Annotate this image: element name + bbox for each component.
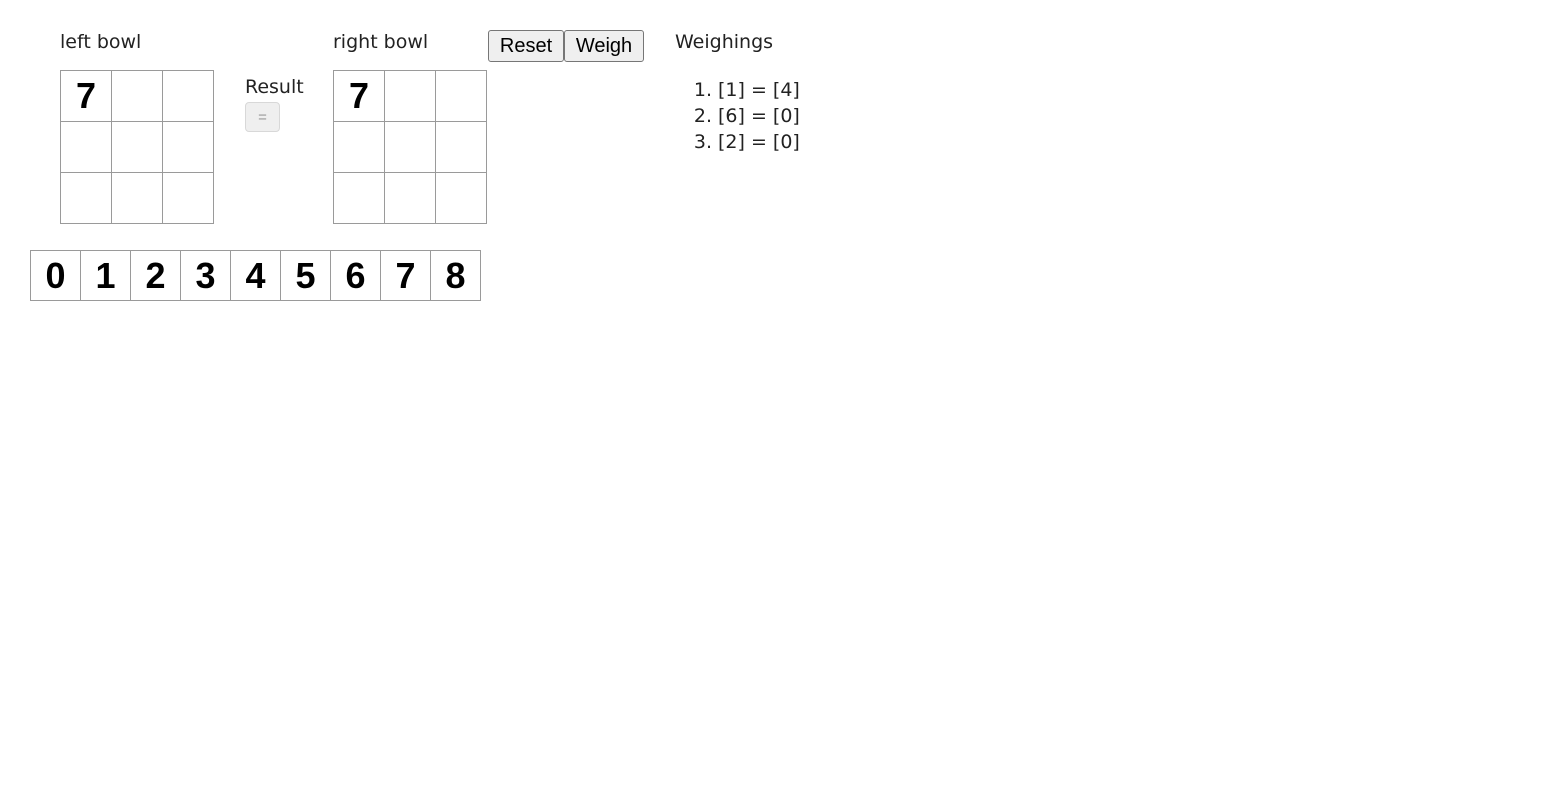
coin-tray: 0 1 2 3 4 5 6 7 8	[30, 250, 481, 301]
right-bowl-cell[interactable]	[334, 173, 385, 224]
result-label: Result	[245, 76, 304, 98]
weighing-number: 3.	[693, 131, 712, 153]
coin-tile[interactable]: 5	[281, 251, 331, 301]
left-bowl-cell[interactable]	[61, 122, 112, 173]
result-indicator: =	[245, 102, 280, 132]
right-bowl-cell[interactable]	[385, 122, 436, 173]
coin-tile[interactable]: 0	[31, 251, 81, 301]
left-bowl-cell[interactable]	[163, 122, 214, 173]
weighing-number: 2.	[693, 105, 712, 127]
right-bowl-cell[interactable]	[385, 71, 436, 122]
right-bowl-label: right bowl	[333, 31, 429, 53]
coin-tile[interactable]: 1	[81, 251, 131, 301]
right-bowl-cell[interactable]	[436, 122, 487, 173]
left-bowl-cell[interactable]	[112, 122, 163, 173]
right-bowl-cell[interactable]: 7	[334, 71, 385, 122]
right-bowl-cell[interactable]	[334, 122, 385, 173]
weigh-button[interactable]: Weigh	[564, 30, 644, 62]
weighings-title: Weighings	[675, 31, 774, 53]
weighing-number: 1.	[693, 79, 712, 101]
left-bowl-cell[interactable]	[163, 71, 214, 122]
coin-tile[interactable]: 7	[381, 251, 431, 301]
left-bowl-cell[interactable]	[112, 71, 163, 122]
left-bowl-cell[interactable]	[61, 173, 112, 224]
left-bowl-cell[interactable]: 7	[61, 71, 112, 122]
left-bowl-grid: 7	[60, 70, 214, 224]
left-bowl-cell[interactable]	[112, 173, 163, 224]
weighing-item: 2. [6] = [0]	[690, 103, 800, 129]
right-bowl-cell[interactable]	[436, 71, 487, 122]
weighing-text: [1] = [4]	[718, 79, 800, 101]
coin-tile[interactable]: 4	[231, 251, 281, 301]
right-bowl-grid: 7	[333, 70, 487, 224]
coin-tile[interactable]: 8	[431, 251, 481, 301]
weighing-text: [6] = [0]	[718, 105, 800, 127]
coin-tile[interactable]: 6	[331, 251, 381, 301]
weighings-list: 1. [1] = [4] 2. [6] = [0] 3. [2] = [0]	[690, 77, 800, 155]
coin-tile[interactable]: 2	[131, 251, 181, 301]
weighing-text: [2] = [0]	[718, 131, 800, 153]
right-bowl-cell[interactable]	[385, 173, 436, 224]
right-bowl-cell[interactable]	[436, 173, 487, 224]
coin-tile[interactable]: 3	[181, 251, 231, 301]
weighing-item: 1. [1] = [4]	[690, 77, 800, 103]
weighing-item: 3. [2] = [0]	[690, 129, 800, 155]
left-bowl-label: left bowl	[60, 31, 142, 53]
left-bowl-cell[interactable]	[163, 173, 214, 224]
reset-button[interactable]: Reset	[488, 30, 564, 62]
